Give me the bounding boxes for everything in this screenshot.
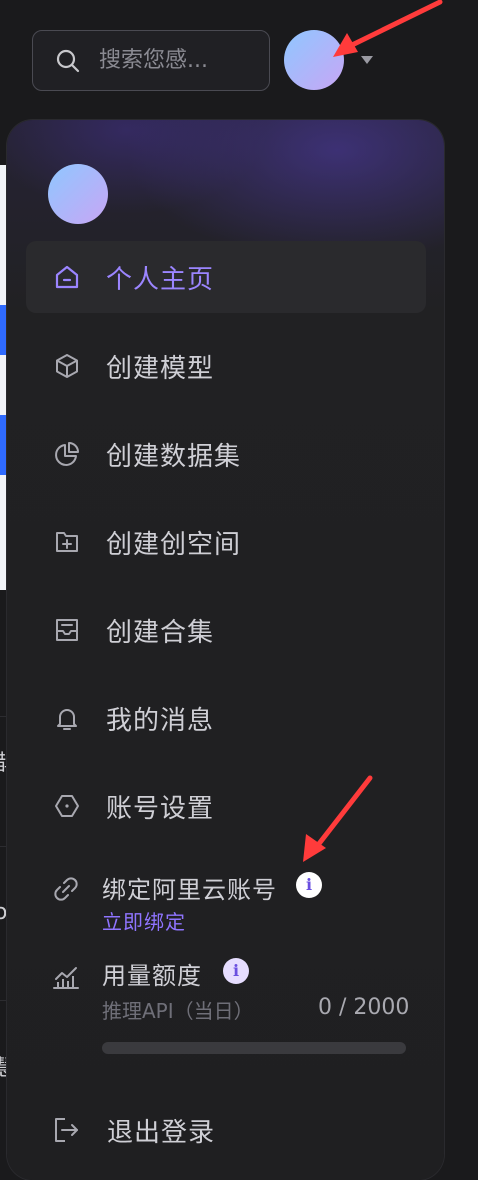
info-icon[interactable]: i [223, 958, 249, 984]
menu-item-label: 账号设置 [106, 793, 215, 824]
bind-account-label: 绑定阿里云账号 [102, 876, 277, 904]
search-box[interactable] [32, 30, 270, 91]
hexagon-settings-icon [52, 791, 82, 821]
user-dropdown-menu: 个人主页 创建模型 创建数据集 创建创空间 创建合集 我的消息 账号设置 绑定阿… [7, 120, 444, 1180]
menu-avatar [48, 164, 108, 224]
menu-item-label: 创建创空间 [106, 529, 242, 560]
search-input[interactable] [97, 47, 261, 74]
quota-progress-bar [102, 1042, 406, 1054]
inbox-icon [52, 615, 82, 645]
bind-now-link[interactable]: 立即绑定 [102, 906, 186, 935]
logout-icon [55, 1118, 78, 1142]
info-icon[interactable]: i [296, 872, 322, 898]
menu-item-profile[interactable]: 个人主页 [26, 241, 426, 313]
user-avatar[interactable] [284, 30, 344, 90]
link-icon [54, 877, 78, 901]
home-icon [52, 262, 82, 292]
pie-chart-icon [52, 439, 82, 469]
menu-item-create-model[interactable]: 创建模型 [26, 330, 426, 402]
logout-button[interactable]: 退出登录 [51, 1105, 431, 1155]
menu-item-label: 创建模型 [106, 353, 215, 384]
quota-sub-label: 推理API（当日） [102, 999, 254, 1023]
menu-item-label: 我的消息 [106, 705, 215, 736]
menu-item-create-collection[interactable]: 创建合集 [26, 594, 426, 666]
menu-item-label: 个人主页 [106, 264, 215, 295]
annotation-arrow-top [333, 0, 443, 57]
caret-down-icon[interactable] [360, 55, 374, 65]
menu-item-label: 创建合集 [106, 617, 215, 648]
menu-item-label: 创建数据集 [106, 441, 242, 472]
menu-item-account-settings[interactable]: 账号设置 [26, 770, 426, 842]
quota-label: 用量额度 [102, 962, 202, 990]
quota-value: 0 / 2000 [318, 995, 410, 1020]
menu-item-create-dataset[interactable]: 创建数据集 [26, 418, 426, 490]
cube-icon [52, 351, 82, 381]
search-icon [56, 49, 80, 72]
usage-chart-icon [53, 967, 79, 989]
logout-label: 退出登录 [107, 1117, 216, 1148]
menu-item-create-space[interactable]: 创建创空间 [26, 506, 426, 578]
menu-item-messages[interactable]: 我的消息 [26, 682, 426, 754]
folder-plus-icon [52, 527, 82, 557]
bell-icon [52, 703, 82, 733]
